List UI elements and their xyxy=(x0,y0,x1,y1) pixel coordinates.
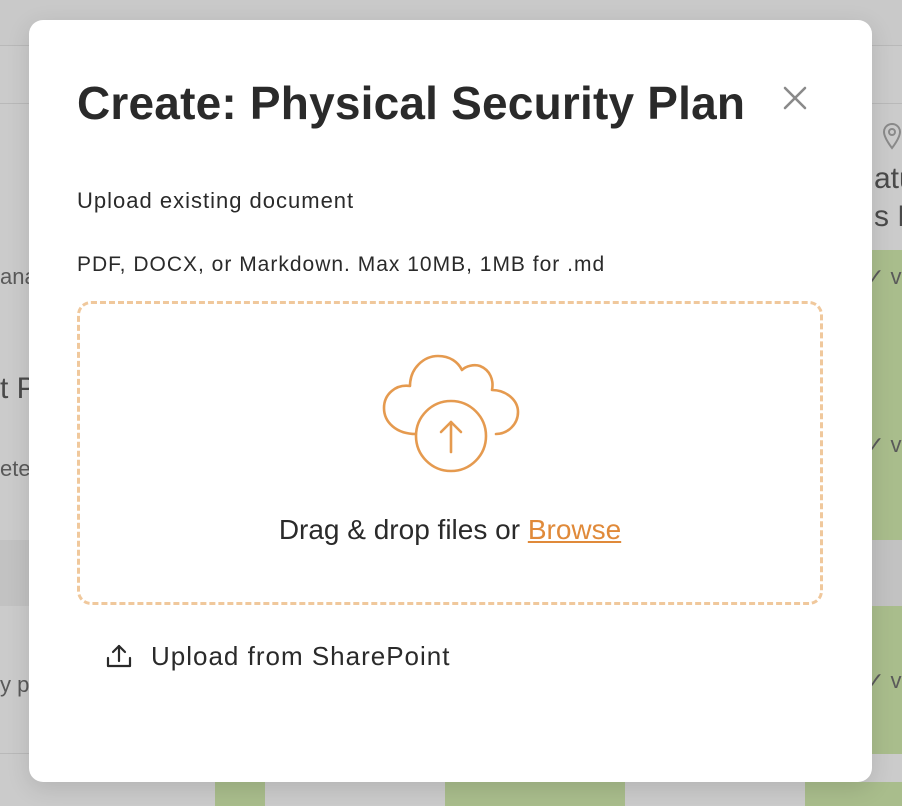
bg-text: y p xyxy=(0,672,30,697)
bg-status-cell xyxy=(215,782,265,806)
upload-section-label: Upload existing document xyxy=(77,188,355,213)
dropzone-text: Drag & drop files or Browse xyxy=(80,514,820,546)
bg-text: s P xyxy=(874,200,902,233)
upload-icon xyxy=(106,644,132,668)
bg-status-cell xyxy=(805,782,902,806)
bg-text: atu xyxy=(874,162,902,195)
upload-from-sharepoint-button[interactable]: Upload from SharePoint xyxy=(105,638,450,674)
sharepoint-label: Upload from SharePoint xyxy=(151,640,451,671)
close-icon[interactable] xyxy=(781,84,809,112)
browse-link[interactable]: Browse xyxy=(528,514,621,545)
bg-text: ete xyxy=(0,456,31,481)
cloud-upload-icon xyxy=(382,354,520,473)
create-document-modal: Create: Physical Security Plan Upload ex… xyxy=(29,20,872,782)
modal-title: Create: Physical Security Plan xyxy=(77,77,746,129)
bg-status-cell xyxy=(445,782,625,806)
file-dropzone[interactable]: Drag & drop files or Browse xyxy=(77,301,823,605)
location-pin-icon xyxy=(882,122,902,150)
dropzone-prompt: Drag & drop files or xyxy=(278,514,528,545)
upload-hint: PDF, DOCX, or Markdown. Max 10MB, 1MB fo… xyxy=(77,253,606,276)
bg-status-cell xyxy=(872,250,902,540)
